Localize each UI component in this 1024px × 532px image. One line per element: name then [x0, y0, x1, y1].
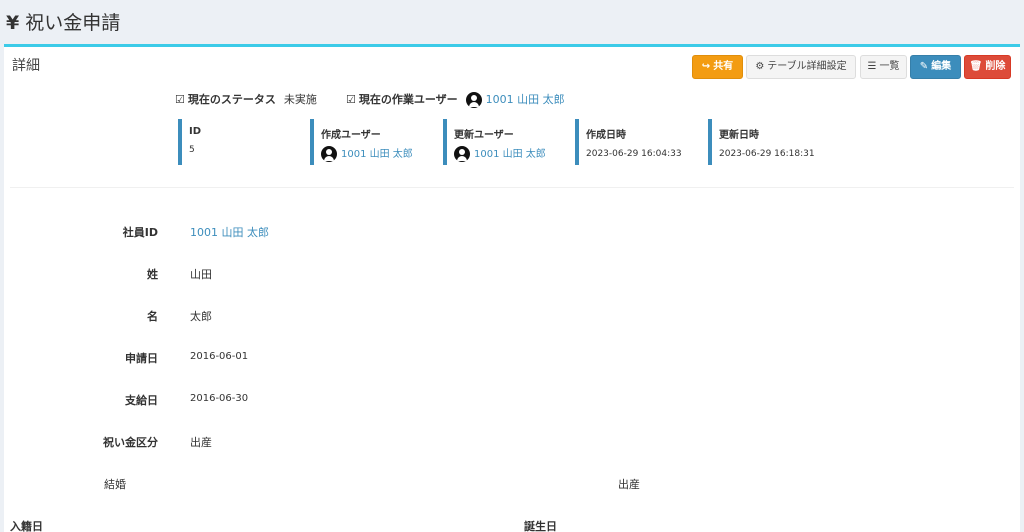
last-name-label: 姓 — [147, 268, 158, 281]
apply-date-label: 申請日 — [125, 352, 158, 365]
detail-box: 詳細 ↪ 共有 ⚙ テーブル詳細設定 ☰ 一覧 ✎ 編集 🗑 削除 ☑ 現在のステータス 未実… — [4, 44, 1020, 532]
registration-date-label: 入籍日 — [10, 520, 43, 532]
user-avatar-icon — [321, 146, 337, 162]
info-id-label: ID — [189, 126, 202, 137]
current-status-label: 現在のステータス — [187, 93, 276, 106]
share-button[interactable]: ↪ 共有 — [692, 55, 743, 79]
box-title: 詳細 — [12, 58, 40, 74]
page-title: ¥ 祝い金申請 — [6, 8, 120, 35]
current-user: ☑ 現在の作業ユーザー 1001 山田 太郎 — [346, 91, 565, 108]
checkbox-icon: ☑ — [175, 93, 185, 106]
share-icon: ↪ — [701, 61, 711, 72]
info-created-by-label: 作成ユーザー — [321, 130, 381, 141]
checkbox-icon: ☑ — [346, 93, 356, 106]
edit-button[interactable]: ✎ 編集 — [910, 55, 961, 79]
info-id: ID 5 — [178, 119, 306, 165]
option-marriage: 結婚 — [104, 478, 126, 491]
info-updated-by-label: 更新ユーザー — [454, 130, 514, 141]
info-created-at-value: 2023-06-29 16:04:33 — [586, 149, 682, 159]
category-value: 出産 — [190, 436, 212, 449]
list-icon: ☰ — [867, 61, 877, 72]
info-created-at: 作成日時 2023-06-29 16:04:33 — [575, 119, 703, 165]
page-title-text: 祝い金申請 — [25, 12, 121, 34]
trash-icon: 🗑 — [969, 61, 983, 72]
info-created-by: 作成ユーザー 1001 山田 太郎 — [310, 119, 438, 165]
user-avatar-icon — [465, 92, 482, 108]
pay-date-value: 2016-06-30 — [190, 393, 249, 404]
current-user-label: 現在の作業ユーザー — [358, 93, 458, 106]
delete-button-label: 削除 — [985, 61, 1006, 72]
info-updated-by: 更新ユーザー 1001 山田 太郎 — [443, 119, 571, 165]
info-updated-at: 更新日時 2023-06-29 16:18:31 — [708, 119, 836, 165]
created-by-link[interactable]: 1001 山田 太郎 — [341, 149, 413, 160]
table-settings-button[interactable]: ⚙ テーブル詳細設定 — [746, 55, 856, 79]
current-user-link[interactable]: 1001 山田 太郎 — [486, 93, 565, 106]
share-button-label: 共有 — [713, 61, 734, 72]
divider — [10, 187, 1014, 188]
birth-date-label: 誕生日 — [524, 520, 557, 532]
gear-icon: ⚙ — [755, 61, 765, 72]
table-settings-label: テーブル詳細設定 — [767, 61, 847, 72]
apply-date-value: 2016-06-01 — [190, 351, 249, 362]
list-button-label: 一覧 — [879, 61, 900, 72]
current-status: ☑ 現在のステータス 未実施 — [175, 91, 317, 107]
info-updated-at-label: 更新日時 — [719, 130, 759, 141]
employee-id-link[interactable]: 1001 山田 太郎 — [190, 224, 269, 240]
user-avatar-icon — [454, 146, 470, 162]
current-status-value: 未実施 — [283, 93, 317, 106]
list-button[interactable]: ☰ 一覧 — [860, 55, 907, 79]
first-name-value: 太郎 — [190, 310, 212, 323]
category-label: 祝い金区分 — [103, 436, 158, 449]
info-created-at-label: 作成日時 — [586, 130, 626, 141]
delete-button[interactable]: 🗑 削除 — [964, 55, 1011, 79]
info-updated-at-value: 2023-06-29 16:18:31 — [719, 149, 815, 159]
pay-date-label: 支給日 — [125, 394, 158, 407]
edit-icon: ✎ — [919, 61, 929, 72]
first-name-label: 名 — [147, 310, 158, 323]
info-id-value: 5 — [189, 145, 195, 155]
option-birth: 出産 — [618, 478, 640, 491]
yen-icon: ¥ — [6, 12, 20, 34]
page-header: ¥ 祝い金申請 — [0, 0, 1024, 44]
employee-id-label: 社員ID — [122, 226, 158, 239]
edit-button-label: 編集 — [931, 61, 952, 72]
last-name-value: 山田 — [190, 268, 212, 281]
updated-by-link[interactable]: 1001 山田 太郎 — [474, 149, 546, 160]
